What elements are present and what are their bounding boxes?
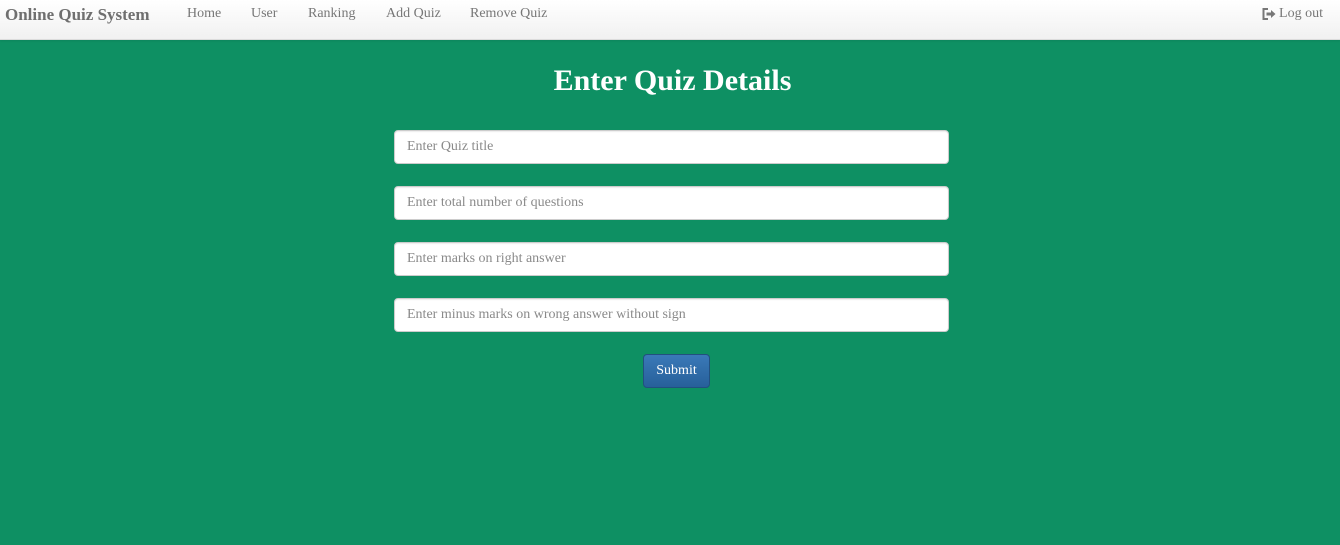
log-out-icon [1262,8,1276,20]
nav-add-quiz[interactable]: Add Quiz [386,5,441,23]
wrong-answer-marks-input[interactable] [394,298,949,332]
nav-user[interactable]: User [251,5,277,23]
nav-remove-quiz[interactable]: Remove Quiz [470,5,547,23]
top-navbar: Online Quiz System Home User Ranking Add… [0,0,1340,40]
total-questions-input[interactable] [394,186,949,220]
logout-link[interactable]: Log out [1262,5,1323,23]
page-title: Enter Quiz Details [553,64,792,97]
nav-ranking[interactable]: Ranking [308,5,355,23]
right-answer-marks-input[interactable] [394,242,949,276]
logout-label: Log out [1279,6,1323,21]
nav-home[interactable]: Home [187,5,221,23]
brand-link[interactable]: Online Quiz System [5,5,150,25]
submit-button[interactable]: Submit [643,354,710,388]
quiz-title-input[interactable] [394,130,949,164]
